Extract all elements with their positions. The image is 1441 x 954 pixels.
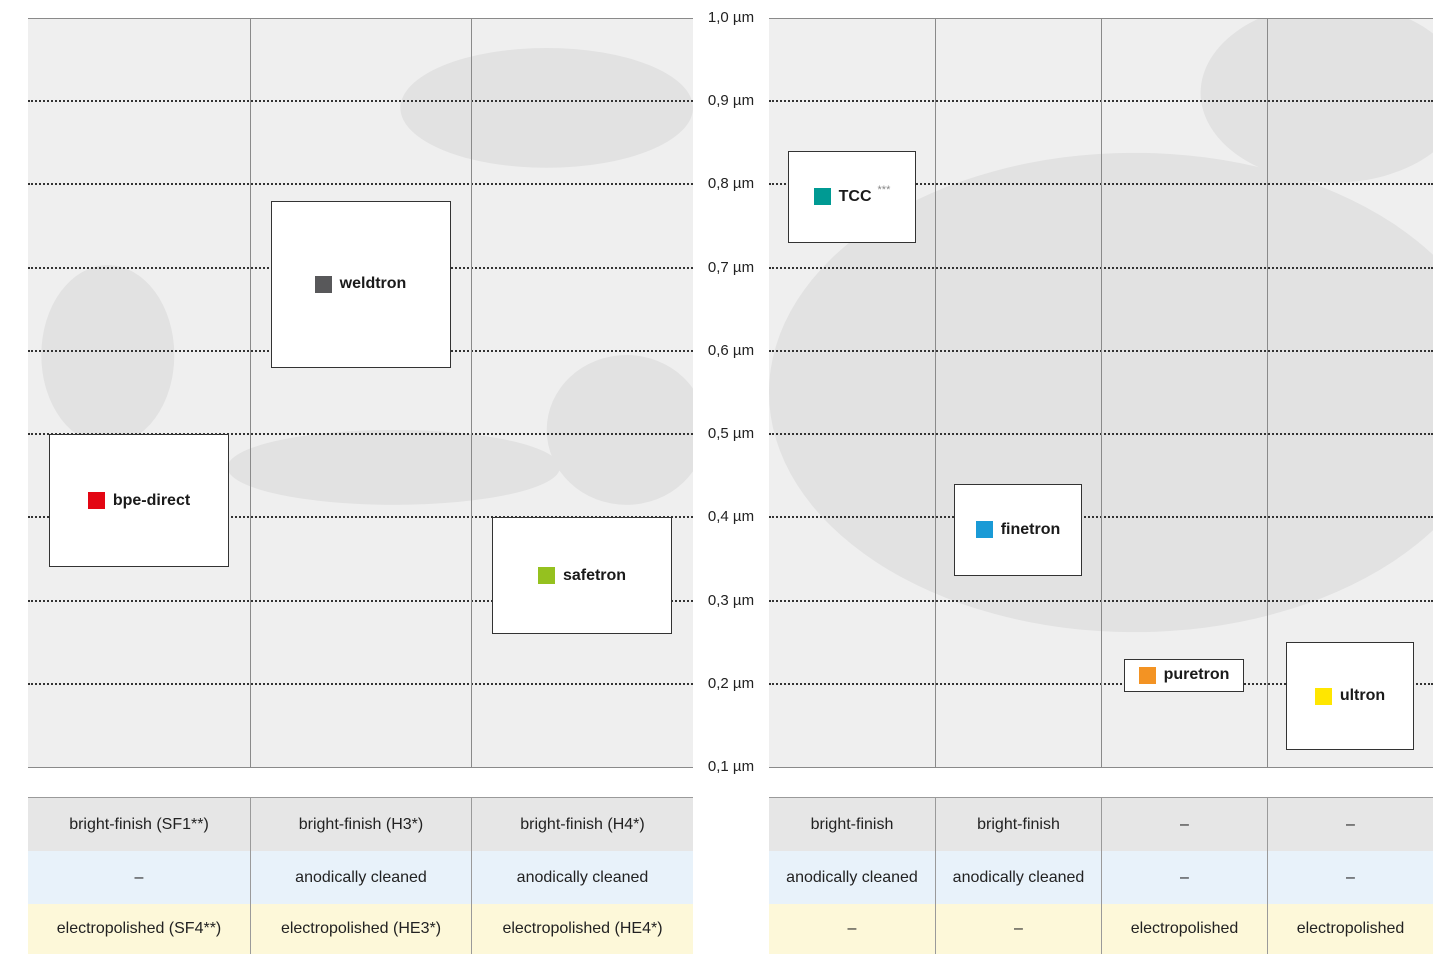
product-box-safetron: safetron	[492, 517, 672, 634]
table-cell: –	[1267, 798, 1433, 852]
table-cell: electropolished (HE4*)	[471, 904, 693, 954]
y-tick-label: 0,5 µm	[696, 425, 766, 443]
table-cell: bright-finish (H3*)	[250, 798, 471, 852]
table-cell: bright-finish (H4*)	[471, 798, 693, 852]
table-cell: bright-finish	[935, 798, 1101, 852]
color-swatch	[537, 567, 555, 585]
column-divider	[1267, 18, 1268, 767]
background-shape	[400, 47, 693, 168]
product-label: bpe-direct	[112, 491, 191, 509]
column-divider	[471, 18, 472, 767]
table-cell: anodically cleaned	[250, 851, 471, 904]
table-cell: electropolished	[1101, 904, 1267, 954]
color-swatch	[1138, 666, 1156, 684]
y-tick-label: 0,3 µm	[696, 591, 766, 609]
background-shape	[546, 355, 693, 505]
y-tick-label: 0,6 µm	[696, 341, 766, 359]
color-swatch	[314, 275, 332, 293]
gridline	[28, 183, 693, 186]
table-row: anodically cleaned anodically cleaned – –	[769, 851, 1433, 904]
product-box-weldtron: weldtron	[270, 201, 451, 368]
y-tick-label: 0,4 µm	[696, 508, 766, 526]
table-cell: electropolished (HE3*)	[250, 904, 471, 954]
product-box-finetron: finetron	[954, 484, 1082, 576]
y-tick-label: 0,7 µm	[696, 258, 766, 276]
chart-stage: 1,0 µm 0,9 µm 0,8 µm 0,7 µm 0,6 µm 0,5 µm 0,4 …	[0, 0, 1441, 954]
table-cell: electropolished (SF4**)	[56, 920, 222, 937]
chart-top-line	[28, 18, 693, 19]
color-swatch	[87, 492, 105, 510]
table-cell: anodically cleaned	[786, 868, 918, 886]
table-cell: anodically cleaned	[471, 851, 693, 904]
product-label: TCC	[838, 187, 872, 205]
column-divider	[1101, 18, 1102, 767]
product-box-puretron: puretron	[1124, 658, 1244, 693]
background-decoration	[41, 47, 693, 505]
table-cell: bright-finish	[810, 816, 894, 833]
product-label: puretron	[1163, 666, 1230, 684]
left-chart-panel	[28, 18, 693, 767]
column-divider	[935, 18, 936, 767]
color-swatch	[813, 188, 831, 206]
product-box-bpe-direct: bpe-direct	[49, 434, 229, 568]
footnote-marker: ***	[877, 183, 891, 196]
y-tick-label: 0,1 µm	[696, 758, 766, 775]
chart-baseline	[769, 767, 1433, 768]
product-box-tcc: TCC ***	[788, 151, 916, 243]
table-row: bright-finish (SF1**) bright-finish (H3*)…	[28, 797, 693, 852]
chart-baseline	[28, 767, 693, 768]
product-label: finetron	[1000, 520, 1061, 538]
background-shape	[41, 265, 175, 445]
table-row: – – electropolished electropolished	[769, 904, 1433, 954]
table-cell: –	[1267, 851, 1433, 904]
table-row: electropolished (SF4**) electropolished (…	[28, 904, 693, 954]
product-label: ultron	[1339, 687, 1386, 705]
gridline	[28, 100, 693, 103]
y-tick-label: 0,8 µm	[696, 175, 766, 193]
color-swatch	[975, 521, 993, 539]
column-divider	[250, 18, 251, 767]
table-cell: –	[134, 868, 144, 886]
background-shape	[227, 429, 560, 505]
y-tick-label: 1,0 µm	[696, 9, 766, 26]
table-row: bright-finish bright-finish – –	[769, 797, 1433, 852]
table-cell: bright-finish (SF1**)	[69, 816, 209, 833]
table-cell: –	[1101, 851, 1267, 904]
y-tick-label: 0,9 µm	[696, 92, 766, 110]
y-tick-label: 0,2 µm	[696, 674, 766, 692]
product-box-ultron: ultron	[1286, 642, 1414, 751]
table-cell: –	[847, 920, 857, 937]
table-cell: –	[935, 904, 1101, 954]
table-cell: –	[1101, 798, 1267, 852]
gridline	[28, 682, 693, 685]
product-label: weldtron	[339, 275, 407, 293]
product-label: safetron	[562, 566, 627, 584]
table-cell: electropolished	[1267, 904, 1433, 954]
table-cell: anodically cleaned	[935, 851, 1101, 904]
color-swatch	[1314, 687, 1332, 705]
table-row: – anodically cleaned anodically cleaned	[28, 851, 693, 904]
